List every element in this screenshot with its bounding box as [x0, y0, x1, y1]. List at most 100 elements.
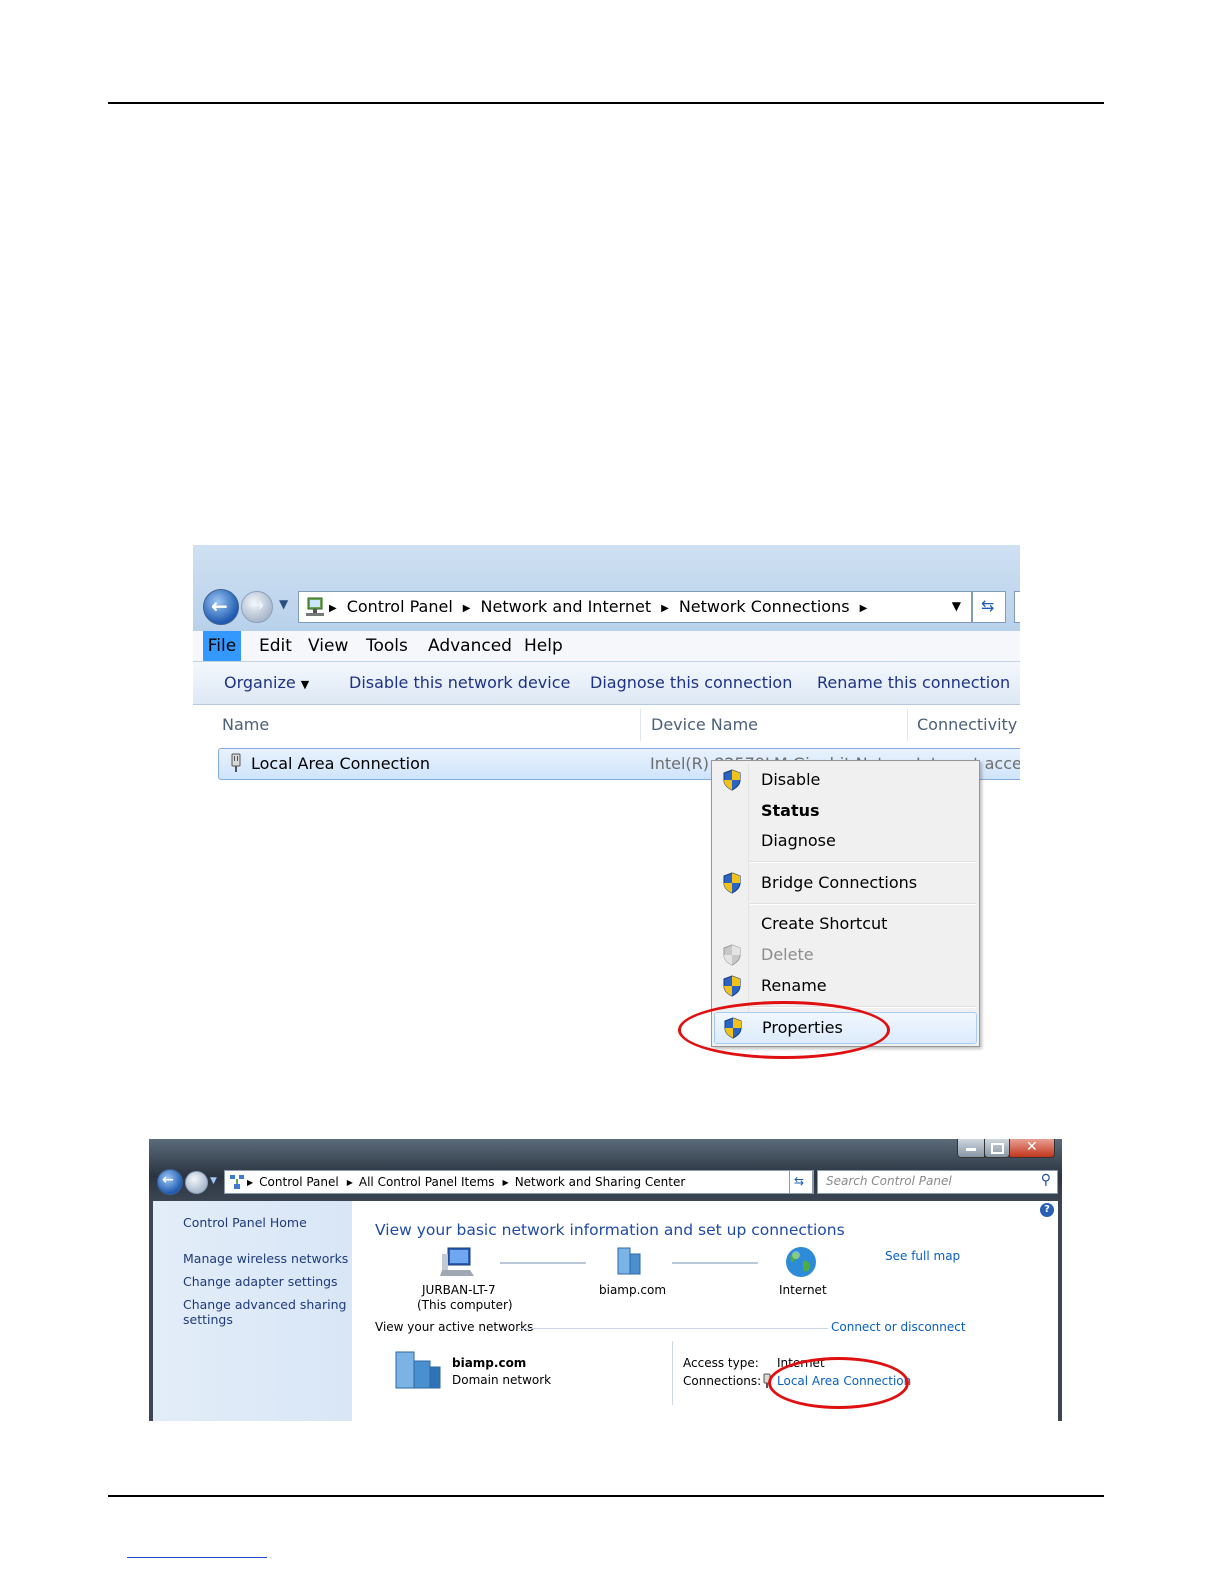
help-icon[interactable]: ? [1040, 1203, 1054, 1217]
window-frame-right [1058, 1201, 1062, 1421]
address-bar[interactable]: ▶ Control Panel ▶ Network and Internet ▶ Netw… [298, 591, 972, 623]
map-connector-line [672, 1262, 758, 1264]
menu-item-label: Create Shortcut [761, 914, 888, 933]
breadcrumb-arrow-icon: ▶ [661, 603, 669, 614]
organize-button[interactable]: Organize ▼ [224, 662, 309, 704]
domain-name: biamp.com [599, 1283, 667, 1297]
main-content: ? View your basic network information an… [352, 1201, 1058, 1421]
connect-disconnect-link[interactable]: Connect or disconnect [831, 1320, 966, 1334]
sidebar-item-manage-wireless[interactable]: Manage wireless networks [183, 1251, 348, 1266]
domain-icon [617, 1247, 641, 1275]
breadcrumb-arrow-icon: ▶ [247, 1178, 254, 1187]
uac-shield-icon [723, 975, 741, 997]
column-name[interactable]: Name [222, 705, 269, 745]
menu-edit[interactable]: Edit [259, 631, 292, 661]
column-connectivity[interactable]: Connectivity [917, 705, 1017, 745]
menu-help[interactable]: Help [524, 631, 563, 661]
menu-item-status[interactable]: Status [714, 796, 977, 826]
menu-item-label: Status [761, 801, 820, 820]
column-separator [907, 709, 908, 741]
menu-view[interactable]: View [308, 631, 348, 661]
breadcrumb-network-connections[interactable]: Network Connections [679, 597, 850, 616]
network-connections-window: ← → ▼ ▶ Control Panel ▶ Network and Interne… [193, 545, 1020, 781]
connections-label: Connections: [683, 1374, 762, 1388]
sidebar-item-advanced-sharing[interactable]: Change advanced sharing [183, 1297, 346, 1312]
details-divider [672, 1341, 673, 1405]
diagnose-connection-button[interactable]: Diagnose this connection [590, 662, 792, 704]
breadcrumb-control-panel[interactable]: Control Panel [259, 1175, 339, 1189]
network-center-icon [230, 1175, 244, 1189]
refresh-button[interactable]: ⇆ [789, 1170, 813, 1194]
map-connector-line [500, 1262, 586, 1264]
back-arrow-icon: ← [211, 594, 228, 618]
recent-pages-dropdown-icon[interactable]: ▼ [210, 1176, 217, 1186]
search-input[interactable]: Search Control Panel ⚲ [817, 1170, 1058, 1194]
refresh-icon: ⇆ [981, 596, 995, 615]
breadcrumb: ▶ Control Panel ▶ All Control Panel Items ▶ N… [247, 1171, 695, 1193]
uac-shield-icon [723, 872, 741, 894]
disable-device-button[interactable]: Disable this network device [349, 662, 570, 704]
network-type: Domain network [452, 1373, 552, 1387]
access-type-label: Access type: [683, 1356, 759, 1370]
breadcrumb-arrow-icon: ▶ [859, 603, 868, 614]
sidebar-item-control-panel-home[interactable]: Control Panel Home [183, 1215, 307, 1230]
search-box-edge[interactable] [1014, 591, 1020, 623]
address-bar[interactable]: ▶ Control Panel ▶ All Control Panel Items ▶ N… [224, 1170, 814, 1194]
breadcrumb-all-items[interactable]: All Control Panel Items [359, 1175, 495, 1189]
breadcrumb-arrow-icon: ▶ [329, 603, 337, 614]
breadcrumb-arrow-icon: ▶ [502, 1178, 509, 1187]
back-button[interactable]: ← [157, 1169, 183, 1195]
bottom-rule [108, 1495, 1104, 1497]
menu-item-label: Rename [761, 976, 827, 995]
see-full-map-link[interactable]: See full map [885, 1249, 960, 1263]
back-arrow-icon: ← [162, 1172, 174, 1188]
forward-arrow-icon: → [249, 595, 265, 616]
organize-label: Organize [224, 673, 296, 692]
sidebar: Control Panel Home Manage wireless netwo… [153, 1201, 352, 1421]
network-adapter-icon [231, 753, 241, 772]
uac-shield-disabled-icon [723, 944, 741, 966]
menu-bar: File Edit View Tools Advanced Help [193, 631, 1020, 661]
footer-link-underline [127, 1557, 267, 1558]
menu-item-diagnose[interactable]: Diagnose [714, 826, 977, 856]
minimize-button[interactable] [957, 1139, 985, 1158]
breadcrumb-arrow-icon: ▶ [346, 1178, 353, 1187]
maximize-button[interactable] [984, 1139, 1010, 1158]
menu-separator [750, 861, 976, 863]
menu-advanced[interactable]: Advanced [428, 631, 512, 661]
column-device-name[interactable]: Device Name [651, 705, 758, 745]
address-dropdown-icon[interactable]: ▼ [952, 599, 961, 613]
menu-file[interactable]: File [203, 631, 241, 661]
breadcrumb-network-sharing-center[interactable]: Network and Sharing Center [515, 1175, 686, 1189]
menu-tools[interactable]: Tools [366, 631, 408, 661]
uac-shield-icon [723, 769, 741, 791]
breadcrumb-control-panel[interactable]: Control Panel [347, 597, 453, 616]
menu-item-bridge-connections[interactable]: Bridge Connections [714, 868, 977, 898]
forward-button[interactable] [185, 1171, 208, 1194]
domain-network-icon [395, 1351, 441, 1389]
menu-item-label: Diagnose [761, 831, 836, 850]
breadcrumb-network-internet[interactable]: Network and Internet [481, 597, 652, 616]
rename-connection-button[interactable]: Rename this connection [817, 662, 1010, 704]
refresh-button[interactable]: ⇆ [972, 591, 1006, 623]
network-sharing-center-window: ✕ ← ▼ ▶ Control Panel ▶ All Control Panel I… [149, 1139, 1062, 1421]
page-title: View your basic network information and … [375, 1221, 845, 1239]
sidebar-item-change-adapter[interactable]: Change adapter settings [183, 1274, 338, 1289]
back-button[interactable]: ← [203, 589, 239, 625]
menu-item-create-shortcut[interactable]: Create Shortcut [714, 909, 977, 939]
menu-item-rename[interactable]: Rename [714, 971, 977, 1001]
network-folder-icon [306, 597, 324, 616]
command-bar: Organize ▼ Disable this network device D… [193, 661, 1020, 705]
sidebar-item-advanced-sharing-cont[interactable]: settings [183, 1312, 233, 1327]
menu-item-disable[interactable]: Disable [714, 765, 977, 795]
section-divider [518, 1328, 828, 1329]
computer-subtitle: (This computer) [417, 1298, 513, 1312]
internet-globe-icon [786, 1247, 816, 1277]
forward-button[interactable]: → [241, 591, 273, 623]
menu-item-delete: Delete [714, 940, 977, 970]
close-button[interactable]: ✕ [1009, 1139, 1055, 1158]
highlight-oval-properties [678, 1001, 890, 1059]
internet-label: Internet [779, 1283, 827, 1297]
maximize-icon [991, 1143, 1004, 1154]
recent-pages-dropdown-icon[interactable]: ▼ [279, 597, 288, 611]
